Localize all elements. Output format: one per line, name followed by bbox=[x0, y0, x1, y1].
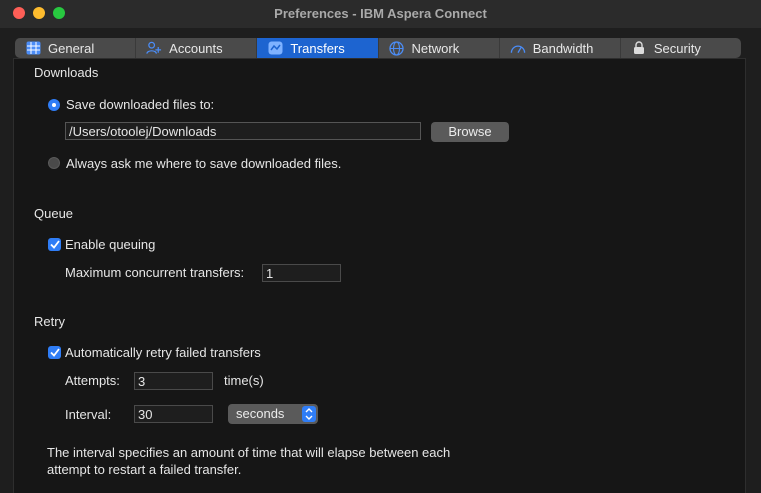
enable-queuing-checkbox[interactable] bbox=[48, 238, 61, 251]
auto-retry-label: Automatically retry failed transfers bbox=[65, 345, 261, 360]
globe-icon bbox=[389, 40, 405, 56]
retry-interval-note: The interval specifies an amount of time… bbox=[47, 445, 451, 477]
tab-security-label: Security bbox=[653, 40, 701, 56]
preferences-tab-bar: General Accounts Transfers Network Bandw… bbox=[15, 38, 741, 58]
queue-section-title: Queue bbox=[34, 206, 74, 221]
tab-accounts[interactable]: Accounts bbox=[136, 38, 258, 58]
retry-section-title: Retry bbox=[34, 314, 66, 329]
auto-retry-checkbox[interactable] bbox=[48, 346, 61, 359]
tab-security[interactable]: Security bbox=[621, 38, 741, 58]
enable-queuing-label: Enable queuing bbox=[65, 237, 156, 252]
checkmark-icon bbox=[49, 348, 60, 357]
tab-bandwidth[interactable]: Bandwidth bbox=[500, 38, 621, 58]
interval-label: Interval: bbox=[65, 407, 112, 422]
preferences-window: Preferences - IBM Aspera Connect General… bbox=[0, 0, 761, 493]
attempts-label: Attempts: bbox=[65, 373, 120, 388]
save-to-radio[interactable] bbox=[48, 99, 60, 111]
max-concurrent-label: Maximum concurrent transfers: bbox=[65, 265, 245, 280]
tab-bandwidth-label: Bandwidth bbox=[532, 40, 594, 56]
browse-button[interactable]: Browse bbox=[431, 122, 509, 142]
always-ask-radio[interactable] bbox=[48, 157, 60, 169]
always-ask-label: Always ask me where to save downloaded f… bbox=[66, 156, 342, 171]
tab-transfers-label: Transfers bbox=[290, 40, 345, 56]
checkmark-icon bbox=[49, 240, 60, 249]
tab-general[interactable]: General bbox=[15, 38, 137, 58]
lock-icon bbox=[631, 41, 647, 55]
attempts-field[interactable]: 3 bbox=[134, 372, 213, 390]
tab-general-label: General bbox=[48, 40, 95, 56]
tab-transfers[interactable]: Transfers bbox=[257, 38, 379, 58]
window-title: Preferences - IBM Aspera Connect bbox=[274, 6, 487, 21]
gauge-icon bbox=[510, 41, 526, 55]
tab-network[interactable]: Network bbox=[379, 38, 500, 58]
max-concurrent-field[interactable]: 1 bbox=[262, 264, 341, 282]
tab-network-label: Network bbox=[411, 40, 460, 56]
transfers-icon bbox=[267, 41, 283, 55]
users-icon bbox=[146, 41, 162, 55]
download-path-field[interactable]: /Users/otoolej/Downloads bbox=[65, 122, 421, 140]
attempts-unit: time(s) bbox=[224, 373, 264, 388]
grid-icon bbox=[25, 41, 41, 55]
interval-unit-value: seconds bbox=[236, 406, 285, 421]
tab-accounts-label: Accounts bbox=[169, 40, 223, 56]
updown-chevron-icon bbox=[302, 406, 316, 422]
title-bar[interactable]: Preferences - IBM Aspera Connect bbox=[0, 0, 761, 28]
downloads-section-title: Downloads bbox=[34, 65, 99, 80]
save-to-label: Save downloaded files to: bbox=[66, 97, 215, 112]
transfers-panel: Downloads Save downloaded files to: /Use… bbox=[13, 58, 746, 493]
interval-unit-select[interactable]: seconds bbox=[228, 404, 318, 424]
interval-field[interactable]: 30 bbox=[134, 405, 213, 423]
